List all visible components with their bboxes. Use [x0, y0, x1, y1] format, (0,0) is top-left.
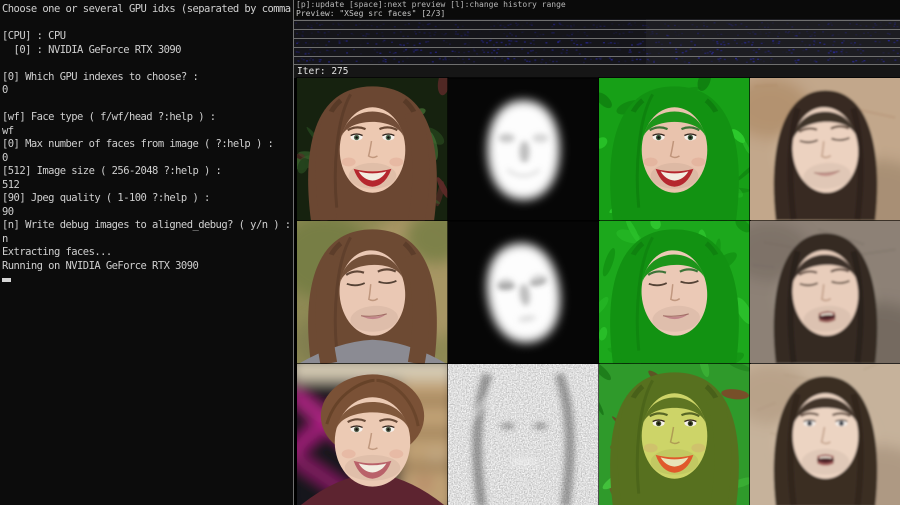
preview-cell-r1c4	[750, 78, 900, 221]
preview-cell-r3c3	[599, 364, 750, 505]
preview-cell-r3c4	[750, 364, 900, 505]
terminal-text: Choose one or several GPU idxs (separate…	[0, 0, 293, 273]
preview-cell-r2c3	[599, 221, 750, 364]
preview-cell-r1c3	[599, 78, 750, 221]
preview-cell-r2c2	[448, 221, 599, 364]
preview-grid	[294, 78, 900, 505]
preview-cell-r1c1	[297, 78, 448, 221]
preview-cell-r1c2	[448, 78, 599, 221]
preview-cell-r3c2	[448, 364, 599, 505]
preview-cell-r2c1	[297, 221, 448, 364]
loss-history-graph	[294, 19, 900, 65]
screen: Choose one or several GPU idxs (separate…	[0, 0, 900, 505]
preview-window[interactable]: [p]:update [space]:next preview [l]:chan…	[293, 0, 900, 505]
preview-title: Preview: "XSeg src faces" [2/3]	[294, 9, 900, 19]
preview-cell-r2c4	[750, 221, 900, 364]
terminal-cursor	[2, 278, 11, 282]
console-window[interactable]: Choose one or several GPU idxs (separate…	[0, 0, 293, 505]
iter-label: Iter: 275	[294, 65, 900, 78]
preview-cell-r3c1	[297, 364, 448, 505]
hotkeys-bar: [p]:update [space]:next preview [l]:chan…	[294, 0, 900, 9]
